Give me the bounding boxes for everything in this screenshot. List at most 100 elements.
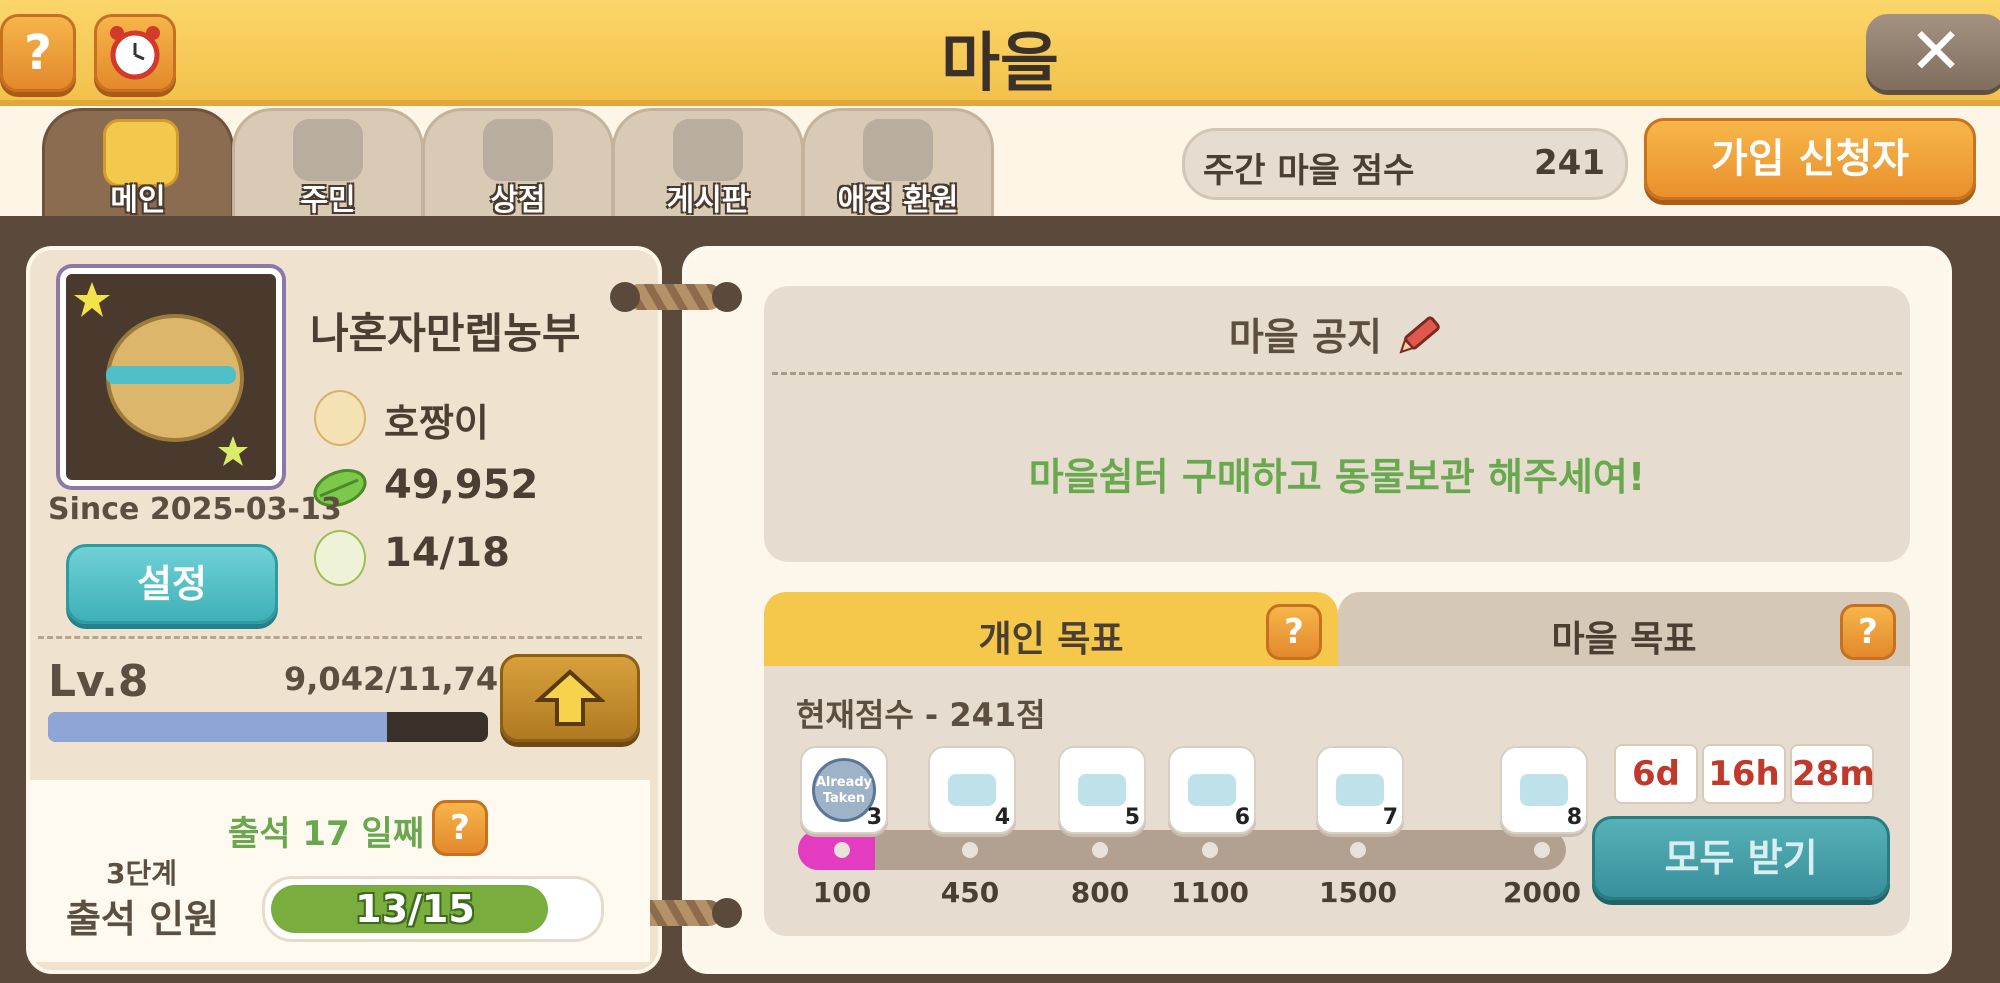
- milestone-label: 450: [940, 876, 1000, 909]
- progress-node: [834, 842, 850, 858]
- member-sprout-icon: [314, 530, 366, 586]
- timer-minutes: 28m: [1790, 744, 1875, 804]
- reward-count: 5: [1124, 805, 1140, 830]
- tab-personal-goal[interactable]: 개인 목표 ?: [764, 592, 1338, 670]
- reward-card[interactable]: 7: [1316, 746, 1404, 834]
- leader-name: 호짱이: [384, 401, 489, 445]
- tab-village-goal[interactable]: 마을 목표 ?: [1338, 592, 1910, 670]
- leader-crown-icon: [314, 390, 366, 446]
- milestone-label: 1500: [1319, 876, 1397, 909]
- weekly-score-pill: 주간 마을 점수 241: [1182, 128, 1628, 200]
- applicants-button[interactable]: 가입 신청자: [1644, 118, 1976, 200]
- village-goal-help-button[interactable]: ?: [1840, 604, 1896, 660]
- notice-divider: [772, 372, 1902, 375]
- attendance-label: 출석 인원: [66, 897, 220, 941]
- attendance-days: 출석 17 일째: [228, 814, 425, 854]
- tab-label: 메인: [110, 183, 166, 218]
- leaf-count: 49,952: [384, 462, 539, 508]
- heart-icon: [863, 119, 933, 181]
- attendance-stage: 3단계: [106, 857, 178, 890]
- attendance-bar: 13/15: [262, 876, 604, 942]
- reward-card[interactable]: 4: [928, 746, 1016, 834]
- page-title: 마을: [941, 27, 1059, 101]
- reward-card[interactable]: Already Taken 3: [800, 746, 888, 834]
- weekly-score-label: 주간 마을 점수: [1203, 151, 1415, 191]
- pencil-icon[interactable]: [1395, 312, 1445, 358]
- notice-text: 마을쉼터 구매하고 동물보관 해주세여!: [1028, 455, 1646, 499]
- reward-card[interactable]: 8: [1500, 746, 1588, 834]
- notice-title: 마을 공지: [1228, 315, 1382, 359]
- progress-node: [1534, 842, 1550, 858]
- progress-node: [1092, 842, 1108, 858]
- ticket-icon: [948, 774, 996, 806]
- rope-knob: [712, 898, 742, 928]
- close-icon: ✕: [1909, 15, 1963, 89]
- tab-2[interactable]: 상점: [422, 108, 614, 221]
- ticket-icon: [1078, 774, 1126, 806]
- up-arrow-icon: [533, 669, 607, 726]
- reward-count: 4: [994, 805, 1010, 830]
- weekly-score-value: 241: [1534, 143, 1605, 183]
- tab-village-goal-label: 마을 목표: [1551, 619, 1697, 660]
- village-name: 나혼자만렙농부: [310, 309, 581, 358]
- ticket-icon: [1336, 774, 1384, 806]
- goal-progress-track: [798, 830, 1566, 870]
- xp-text: 9,042/11,745: [284, 660, 521, 698]
- divider: [38, 636, 642, 639]
- star-icon: [218, 436, 248, 466]
- rope-knob: [610, 282, 640, 312]
- reward-card[interactable]: 6: [1168, 746, 1256, 834]
- tab-personal-goal-label: 개인 목표: [978, 619, 1124, 660]
- attendance-help-button[interactable]: ?: [432, 800, 488, 856]
- timer-days: 6d: [1614, 744, 1698, 804]
- personal-goal-help-button[interactable]: ?: [1266, 604, 1322, 660]
- milestone-label: 1100: [1171, 876, 1249, 909]
- claim-all-button[interactable]: 모두 받기: [1592, 816, 1890, 900]
- close-button[interactable]: ✕: [1866, 14, 2000, 90]
- attendance-value: 13/15: [355, 887, 475, 931]
- village-emblem[interactable]: [60, 268, 282, 486]
- tab-3[interactable]: 게시판: [612, 108, 804, 221]
- star-icon: [74, 282, 110, 317]
- rope-knob: [712, 282, 742, 312]
- help-icon: ?: [1284, 612, 1304, 652]
- progress-node: [962, 842, 978, 858]
- tab-label: 상점: [490, 183, 546, 218]
- reward-count: 6: [1234, 805, 1250, 830]
- basket-icon: [483, 119, 553, 181]
- milestone-label: 100: [812, 876, 872, 909]
- tab-label: 게시판: [666, 183, 750, 218]
- ticket-icon: [1188, 774, 1236, 806]
- progress-node: [1350, 842, 1366, 858]
- timer-hours: 16h: [1702, 744, 1786, 804]
- xp-bar-fill: [48, 712, 387, 742]
- reward-count: 7: [1382, 805, 1398, 830]
- milestone-label: 800: [1070, 876, 1130, 909]
- tab-label: 주민: [300, 183, 356, 218]
- reward-count: 8: [1566, 805, 1582, 830]
- progress-node: [1202, 842, 1218, 858]
- xp-bar: [48, 712, 488, 742]
- current-score: 현재점수 - 241점: [796, 696, 1046, 734]
- resident-icon: [293, 119, 363, 181]
- board-icon: [673, 119, 743, 181]
- hat-band: [106, 366, 236, 384]
- ticket-icon: [1520, 774, 1568, 806]
- founded-date: Since 2025-03-13: [48, 492, 342, 527]
- tab-label: 애정 환원: [837, 183, 959, 218]
- settings-button[interactable]: 설정: [66, 544, 278, 624]
- help-icon: ?: [450, 808, 470, 848]
- level-up-button[interactable]: [500, 654, 640, 742]
- member-count: 14/18: [384, 530, 510, 576]
- tab-0[interactable]: 메인: [42, 108, 234, 221]
- reward-count: 3: [866, 805, 882, 830]
- notice-title-row: 마을 공지: [764, 306, 1910, 361]
- tab-4[interactable]: 애정 환원: [802, 108, 994, 221]
- tab-1[interactable]: 주민: [232, 108, 424, 221]
- rope-top: [626, 284, 722, 310]
- milestone-label: 2000: [1503, 876, 1581, 909]
- village-level: Lv.8: [48, 656, 149, 707]
- zigzag-edge: [30, 762, 650, 784]
- help-icon: ?: [1858, 612, 1878, 652]
- reward-card[interactable]: 5: [1058, 746, 1146, 834]
